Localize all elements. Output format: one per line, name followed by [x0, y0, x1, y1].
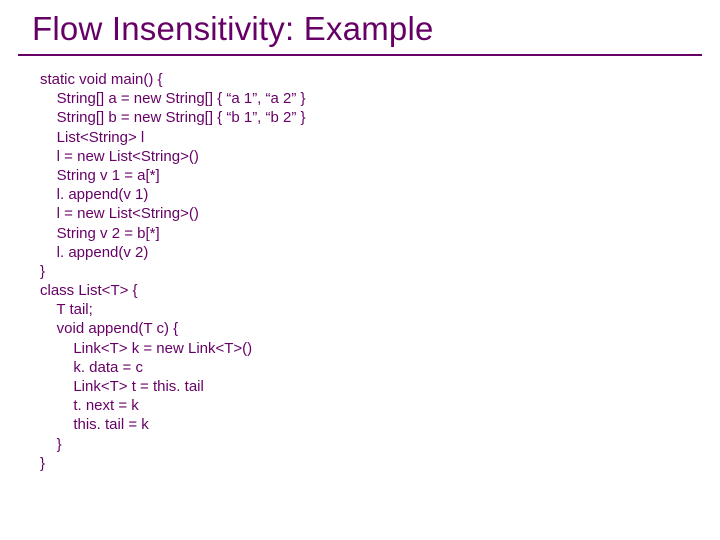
page-title: Flow Insensitivity: Example [32, 10, 702, 48]
code-listing: static void main() { String[] a = new St… [40, 70, 720, 473]
title-container: Flow Insensitivity: Example [18, 10, 702, 56]
slide: Flow Insensitivity: Example static void … [0, 0, 720, 540]
